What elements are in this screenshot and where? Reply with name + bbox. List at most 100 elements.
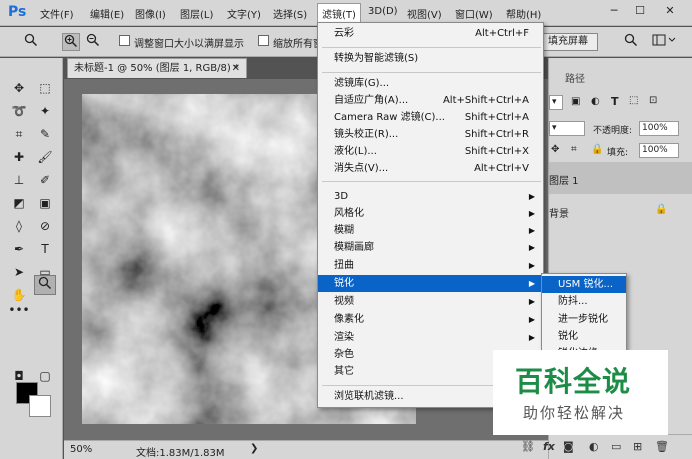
menu-item-label: 模糊画廊 (334, 242, 374, 253)
layer-row[interactable]: 背景 🔒 (549, 195, 692, 227)
screen-mode-icon[interactable]: ▢ (34, 366, 56, 386)
eyedropper-icon[interactable]: ✎ (34, 124, 56, 144)
zoom-out-icon[interactable] (84, 33, 102, 51)
fill-input[interactable]: 100% (639, 143, 679, 158)
opacity-input[interactable]: 100% (639, 121, 679, 136)
menu-view[interactable]: 视图(V) (407, 6, 442, 21)
fill-screen-button[interactable]: 填充屏幕 (538, 33, 598, 51)
zoom-in-icon[interactable] (62, 33, 80, 51)
lasso-tool-icon[interactable]: ➰ (8, 101, 30, 121)
history-brush-icon[interactable]: ✐ (34, 170, 56, 190)
lock-pixels-icon[interactable]: ✥ (551, 144, 559, 155)
menu-item-render[interactable]: 渲染 ▶ (318, 329, 543, 346)
group-folder-icon[interactable]: ▭ (611, 440, 621, 453)
resize-windows-label: 调整窗口大小以满屏显示 (134, 39, 244, 50)
menu-item-3d[interactable]: 3D ▶ (318, 188, 543, 205)
menu-item-sharpen[interactable]: 锐化 ▶ (318, 275, 543, 292)
adjustment-layer-icon[interactable]: ◐ (589, 440, 599, 453)
menu-item-clouds[interactable]: 云彩 Alt+Ctrl+F (318, 25, 543, 42)
healing-brush-icon[interactable]: ✚ (8, 147, 30, 167)
more-tools-icon[interactable]: ••• (8, 300, 30, 320)
type-tool-icon[interactable]: T (34, 239, 56, 259)
new-layer-icon[interactable]: ⊞ (633, 440, 642, 453)
menu-item-camera-raw[interactable]: Camera Raw 滤镜(C)... Shift+Ctrl+A (318, 109, 543, 126)
eraser-tool-icon[interactable]: ◩ (8, 193, 30, 213)
submenu-item-sharpen[interactable]: 锐化 (542, 328, 626, 345)
menu-3d[interactable]: 3D(D) (368, 6, 398, 17)
menu-item-blur-gallery[interactable]: 模糊画廊 ▶ (318, 239, 543, 256)
menu-window[interactable]: 窗口(W) (455, 6, 493, 21)
menu-item-vanishing-point[interactable]: 消失点(V)... Alt+Ctrl+V (318, 160, 543, 177)
lock-all-icon[interactable]: 🔒 (591, 144, 603, 155)
clone-stamp-icon[interactable]: ⊥ (8, 170, 30, 190)
search-icon[interactable] (622, 33, 640, 51)
link-layers-icon[interactable]: ⛓ (521, 440, 535, 453)
menu-item-shortcut: Shift+Ctrl+X (464, 146, 529, 157)
lock-icon: 🔒 (655, 204, 668, 215)
shape-filter-icon[interactable]: ⬚ (629, 95, 638, 106)
move-tool-icon[interactable]: ✥ (8, 78, 30, 98)
menu-file[interactable]: 文件(F) (40, 6, 74, 21)
zoom-tool-preset-icon[interactable] (22, 33, 40, 51)
menu-layer[interactable]: 图层(L) (180, 6, 213, 21)
zoom-level[interactable]: 50% (70, 444, 102, 458)
blend-mode-select[interactable]: ▾ (549, 121, 585, 136)
menu-image[interactable]: 图像(I) (135, 6, 166, 21)
menu-item-distort[interactable]: 扭曲 ▶ (318, 257, 543, 274)
menu-separator (322, 72, 541, 73)
dodge-tool-icon[interactable]: ⊘ (34, 216, 56, 236)
zoom-all-checkbox[interactable] (258, 35, 269, 46)
adjustment-filter-icon[interactable]: ◐ (591, 96, 600, 107)
minimize-icon[interactable]: ─ (604, 3, 624, 19)
marquee-tool-icon[interactable]: ⬚ (34, 78, 56, 98)
image-filter-icon[interactable]: ▣ (571, 96, 580, 107)
menu-item-filter-gallery[interactable]: 滤镜库(G)... (318, 75, 543, 92)
background-color-swatch[interactable] (29, 395, 51, 417)
layer-kind-select[interactable]: ▾ (549, 95, 563, 110)
layer-mask-icon[interactable]: ◙ (563, 440, 574, 453)
menu-item-convert-smart[interactable]: 转换为智能滤镜(S) (318, 50, 543, 67)
menu-item-video[interactable]: 视频 ▶ (318, 293, 543, 310)
maximize-icon[interactable]: ☐ (630, 3, 650, 19)
layer-row[interactable]: 图层 1 (549, 162, 692, 194)
menu-item-adaptive-wide-angle[interactable]: 自适应广角(A)... Alt+Shift+Ctrl+A (318, 92, 543, 109)
menu-item-label: 视频 (334, 296, 354, 307)
tab-paths[interactable]: 路径 (565, 70, 585, 85)
workspace-switcher-icon[interactable] (650, 33, 680, 51)
trash-icon[interactable]: 🗑 (655, 440, 669, 453)
close-icon[interactable]: ✕ (660, 3, 680, 19)
submenu-item-shake-reduction[interactable]: 防抖... (542, 293, 626, 310)
document-tab[interactable]: 未标题-1 @ 50% (图层 1, RGB/8) * ✕ (67, 58, 247, 78)
lock-artboard-icon[interactable]: ⌗ (571, 144, 577, 155)
menu-select[interactable]: 选择(S) (273, 6, 307, 21)
crop-tool-icon[interactable]: ⌗ (8, 124, 30, 144)
menu-separator (322, 47, 541, 48)
fx-icon[interactable]: fx (543, 440, 555, 453)
magic-wand-icon[interactable]: ✦ (34, 101, 56, 121)
status-menu-arrow-icon[interactable]: ❯ (250, 443, 258, 454)
quick-mask-icon[interactable]: ◘ (8, 366, 30, 386)
menu-item-label: 锐化 (334, 278, 354, 289)
menu-type[interactable]: 文字(Y) (227, 6, 261, 21)
brush-tool-icon[interactable]: 🖌 (34, 147, 56, 167)
path-selection-icon[interactable]: ➤ (8, 262, 30, 282)
menu-filter[interactable]: 滤镜(T) (317, 3, 361, 24)
close-icon[interactable]: ✕ (232, 59, 240, 78)
smart-object-filter-icon[interactable]: ⊡ (649, 95, 657, 106)
gradient-tool-icon[interactable]: ▣ (34, 193, 56, 213)
submenu-item-unsharp-mask[interactable]: USM 锐化... (542, 276, 626, 293)
menu-item-stylize[interactable]: 风格化 ▶ (318, 205, 543, 222)
menu-item-liquify[interactable]: 液化(L)... Shift+Ctrl+X (318, 143, 543, 160)
blur-tool-icon[interactable]: ◊ (8, 216, 30, 236)
menu-item-pixelate[interactable]: 像素化 ▶ (318, 311, 543, 328)
type-filter-icon[interactable]: T (611, 95, 619, 108)
submenu-arrow-icon: ▶ (528, 315, 535, 324)
menu-edit[interactable]: 编辑(E) (90, 6, 124, 21)
menu-help[interactable]: 帮助(H) (506, 6, 541, 21)
zoom-tool-icon[interactable] (34, 275, 56, 295)
pen-tool-icon[interactable]: ✒ (8, 239, 30, 259)
menu-item-lens-correction[interactable]: 镜头校正(R)... Shift+Ctrl+R (318, 126, 543, 143)
resize-windows-checkbox[interactable] (119, 35, 130, 46)
submenu-item-sharpen-more[interactable]: 进一步锐化 (542, 311, 626, 328)
menu-item-blur[interactable]: 模糊 ▶ (318, 222, 543, 239)
